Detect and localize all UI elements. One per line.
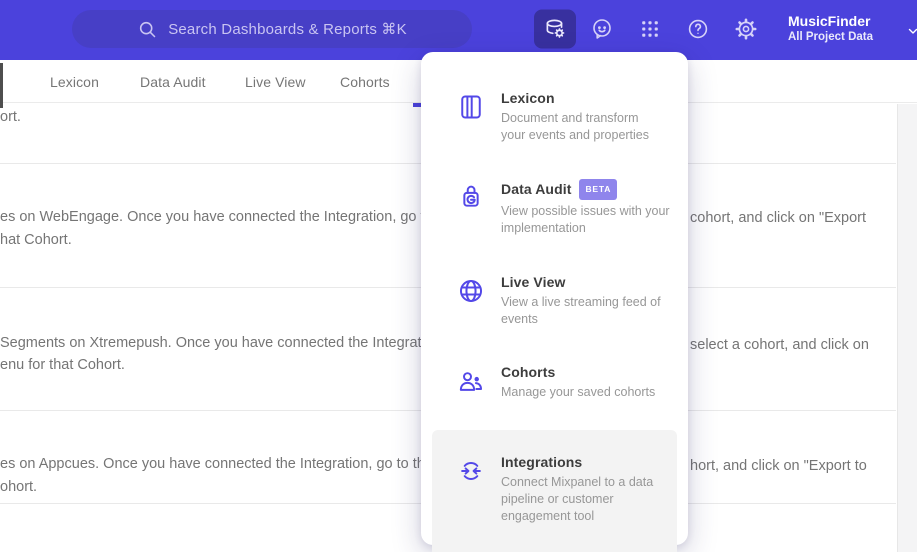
webengage-row-line1-right: cohort, and click on "Export — [690, 210, 867, 226]
menu-item-title: Lexicon — [501, 90, 555, 106]
live-view-globe-icon — [457, 277, 485, 305]
data-management-button[interactable] — [534, 9, 576, 49]
lexicon-book-icon — [457, 93, 485, 121]
tab-label: Data Audit — [140, 73, 206, 90]
webengage-row-line2: hat Cohort. — [0, 232, 72, 248]
xtremepush-row-line1-right: select a cohort, and click on — [690, 337, 869, 353]
help-button[interactable] — [678, 9, 718, 49]
menu-item-cohorts[interactable]: Cohorts Manage your saved cohorts — [421, 364, 688, 401]
menu-item-description: Document and transform your events and p… — [501, 111, 650, 142]
data-management-dropdown: Lexicon Document and transform your even… — [421, 52, 688, 552]
window-edge-artifact — [0, 63, 3, 108]
appcues-row-line2: ohort. — [0, 479, 38, 495]
project-subtitle: All Project Data — [788, 31, 873, 43]
data-management-icon — [543, 17, 568, 42]
top-navigation-bar: Search Dashboards & Reports ⌘K MusicFind… — [0, 0, 917, 60]
feedback-chat-icon — [590, 17, 614, 41]
menu-item-description: Connect Mixpanel to a data pipeline or c… — [501, 475, 654, 523]
appcues-row-line1: es on Appcues. Once you have connected t… — [0, 456, 449, 472]
tab-live-view[interactable]: Live View — [245, 60, 306, 103]
global-search-input[interactable]: Search Dashboards & Reports ⌘K — [72, 10, 472, 48]
menu-item-description: View possible issues with your implement… — [501, 204, 670, 235]
settings-button[interactable] — [726, 9, 766, 49]
xtremepush-row-line1: Segments on Xtremepush. Once you have co… — [0, 335, 445, 351]
project-name: MusicFinder — [788, 13, 871, 29]
app-window: ort. es on WebEngage. Once you have conn… — [0, 0, 917, 552]
settings-gear-icon — [734, 17, 758, 41]
chevron-down-icon — [906, 24, 917, 43]
integrations-sync-icon — [457, 457, 485, 485]
tab-label: Lexicon — [50, 73, 99, 90]
menu-item-title: Cohorts — [501, 364, 556, 380]
row-partial-text: ort. — [0, 109, 21, 125]
cohorts-users-icon — [457, 367, 485, 395]
search-icon — [137, 19, 158, 40]
menu-item-live-view[interactable]: Live View View a live streaming feed of … — [421, 274, 688, 328]
beta-badge: BETA — [579, 179, 618, 200]
webengage-row-line1: es on WebEngage. Once you have connected… — [0, 209, 457, 225]
right-gutter — [897, 104, 917, 552]
data-audit-lock-icon — [457, 182, 485, 210]
apps-grid-icon — [639, 18, 661, 40]
menu-item-title: Data Audit BETA — [501, 179, 681, 200]
help-icon — [686, 17, 710, 41]
project-switcher[interactable]: MusicFinder All Project Data — [788, 12, 917, 50]
xtremepush-row-line2: enu for that Cohort. — [0, 357, 125, 373]
menu-item-title: Live View — [501, 274, 566, 290]
tab-lexicon[interactable]: Lexicon — [50, 60, 99, 103]
menu-item-integrations[interactable]: Integrations Connect Mixpanel to a data … — [421, 454, 688, 525]
tab-label: Cohorts — [340, 73, 390, 90]
menu-item-description: View a live streaming feed of events — [501, 295, 661, 326]
menu-item-title: Integrations — [501, 454, 583, 470]
search-placeholder: Search Dashboards & Reports ⌘K — [168, 21, 407, 38]
menu-item-lexicon[interactable]: Lexicon Document and transform your even… — [421, 90, 688, 144]
menu-item-title-text: Data Audit — [501, 181, 572, 197]
tab-label: Live View — [245, 73, 306, 90]
apps-grid-button[interactable] — [630, 9, 670, 49]
feedback-button[interactable] — [582, 9, 622, 49]
tab-cohorts[interactable]: Cohorts — [340, 60, 390, 103]
appcues-row-line1-right: hort, and click on "Export to — [690, 458, 867, 474]
menu-item-data-audit[interactable]: Data Audit BETA View possible issues with… — [421, 179, 688, 237]
tab-data-audit[interactable]: Data Audit — [140, 60, 206, 103]
menu-item-description: Manage your saved cohorts — [501, 385, 656, 399]
